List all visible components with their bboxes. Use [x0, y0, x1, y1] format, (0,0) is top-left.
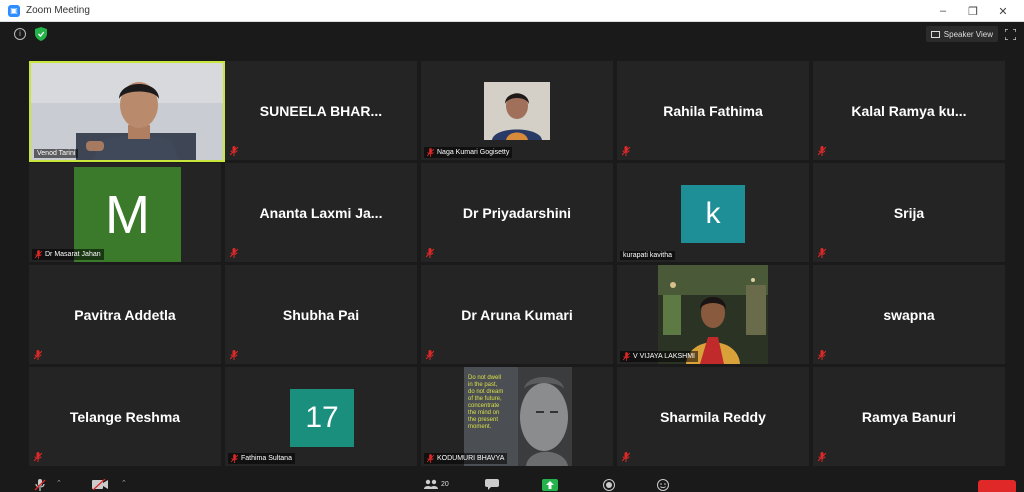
participant-name: SUNEELA BHAR...	[259, 102, 383, 119]
maximize-button[interactable]: ❐	[958, 5, 988, 18]
participant-name-label: V VIJAYA LAKSHMI	[620, 351, 698, 362]
participant-tile[interactable]: Ramya Banuri	[813, 367, 1005, 466]
participant-tile[interactable]: swapna	[813, 265, 1005, 364]
end-meeting-button[interactable]	[978, 480, 1016, 492]
meeting-topbar: i Speaker View	[0, 22, 1024, 46]
participant-name-label: kurapati kavitha	[620, 251, 676, 260]
speaker-view-label: Speaker View	[943, 29, 993, 39]
avatar: M	[74, 167, 181, 262]
mic-muted-icon	[818, 146, 826, 156]
mic-muted-icon	[818, 452, 826, 462]
participant-tile[interactable]: 17 Fathima Sultana	[225, 367, 417, 466]
participant-name: Sharmila Reddy	[660, 408, 766, 425]
record-icon[interactable]	[603, 479, 615, 491]
mic-muted-icon	[34, 452, 42, 462]
avatar: k	[681, 185, 745, 243]
mic-muted-icon	[427, 454, 434, 463]
audio-options-chevron-icon[interactable]: ⌃	[56, 479, 62, 487]
mic-muted-icon	[622, 146, 630, 156]
mic-muted-icon	[818, 350, 826, 360]
mic-muted-icon	[34, 350, 42, 360]
mic-muted-icon	[623, 352, 630, 361]
participant-name: Telange Reshma	[69, 408, 181, 425]
participant-name: Ananta Laxmi Ja...	[259, 204, 383, 221]
view-grid-icon	[930, 30, 940, 38]
mic-muted-icon	[231, 454, 238, 463]
participants-button[interactable]: 20	[424, 479, 449, 489]
minimize-button[interactable]: –	[928, 5, 958, 17]
security-shield-icon[interactable]	[35, 27, 47, 41]
participant-tile[interactable]: Srija	[813, 163, 1005, 262]
participant-name: Shubha Pai	[282, 306, 360, 323]
participants-icon	[424, 479, 438, 489]
share-screen-icon[interactable]	[542, 479, 558, 491]
meeting-controls-bar: ⌃ ⌃ 20	[0, 476, 1024, 492]
participant-tile[interactable]: Rahila Fathima	[617, 61, 809, 160]
mic-muted-icon	[35, 250, 42, 259]
mic-muted-icon	[426, 350, 434, 360]
quote-text: Do not dwell in the past, do not dream o…	[468, 375, 504, 430]
participants-count: 20	[441, 480, 449, 488]
participant-name: swapna	[883, 306, 935, 323]
participant-name: Rahila Fathima	[663, 102, 763, 119]
mute-button[interactable]	[34, 479, 46, 491]
participant-name-label: Fathima Sultana	[228, 453, 295, 464]
video-tile[interactable]: Naga Kumari Gogisetty	[421, 61, 613, 160]
mic-muted-icon	[427, 148, 434, 157]
video-tile[interactable]: V VIJAYA LAKSHMI	[617, 265, 809, 364]
participant-tile[interactable]: Kalal Ramya ku...	[813, 61, 1005, 160]
mic-muted-icon	[230, 146, 238, 156]
video-options-chevron-icon[interactable]: ⌃	[121, 479, 127, 487]
participant-tile[interactable]: M Dr Masarat Jahan	[29, 163, 221, 262]
close-button[interactable]: ✕	[988, 5, 1018, 18]
participant-tile[interactable]: Pavitra Addetla	[29, 265, 221, 364]
participant-tile[interactable]: Shubha Pai	[225, 265, 417, 364]
participant-tile[interactable]: Sharmila Reddy	[617, 367, 809, 466]
window-controls: – ❐ ✕	[928, 0, 1018, 22]
participant-name: Srija	[893, 204, 925, 221]
speaker-view-button[interactable]: Speaker View	[925, 26, 998, 42]
video-tile[interactable]: Do not dwell in the past, do not dream o…	[421, 367, 613, 466]
participant-name-label: Venod Tarini	[34, 149, 79, 158]
participant-tile[interactable]: Telange Reshma	[29, 367, 221, 466]
start-video-button[interactable]	[92, 479, 108, 490]
participant-name-label: Dr Masarat Jahan	[32, 249, 104, 260]
meeting-info-icon[interactable]: i	[14, 28, 26, 40]
mic-muted-icon	[426, 248, 434, 258]
participant-name: Pavitra Addetla	[74, 306, 176, 323]
participant-name: Ramya Banuri	[861, 408, 957, 425]
participant-tile[interactable]: Dr Aruna Kumari	[421, 265, 613, 364]
participant-name-label: KODUMURI BHAVYA	[424, 453, 508, 464]
participant-name: Dr Priyadarshini	[462, 204, 572, 221]
mic-muted-icon	[230, 248, 238, 258]
video-tile-active-speaker[interactable]: Venod Tarini	[29, 61, 225, 162]
reactions-icon[interactable]	[657, 479, 669, 491]
participant-name: Kalal Ramya ku...	[851, 102, 967, 119]
mic-muted-icon	[622, 452, 630, 462]
participant-name: Dr Aruna Kumari	[461, 306, 573, 323]
gallery-grid: Venod Tarini SUNEELA BHAR... Naga Kumari…	[29, 61, 1007, 469]
participant-tile[interactable]: k kurapati kavitha	[617, 163, 809, 262]
window-titlebar: ▣ Zoom Meeting – ❐ ✕	[0, 0, 1024, 22]
zoom-app-icon: ▣	[8, 4, 20, 17]
participant-tile[interactable]: Dr Priyadarshini	[421, 163, 613, 262]
participant-video	[484, 82, 550, 140]
participant-tile[interactable]: SUNEELA BHAR...	[225, 61, 417, 160]
participant-video	[31, 63, 223, 160]
avatar: 17	[290, 389, 354, 447]
participant-name-label: Naga Kumari Gogisetty	[424, 147, 513, 158]
chat-icon[interactable]	[485, 479, 499, 490]
window-title: Zoom Meeting	[26, 5, 90, 16]
participant-tile[interactable]: Ananta Laxmi Ja...	[225, 163, 417, 262]
mic-muted-icon	[818, 248, 826, 258]
mic-muted-icon	[230, 350, 238, 360]
participant-video	[658, 265, 768, 364]
fullscreen-icon[interactable]	[1005, 29, 1016, 40]
